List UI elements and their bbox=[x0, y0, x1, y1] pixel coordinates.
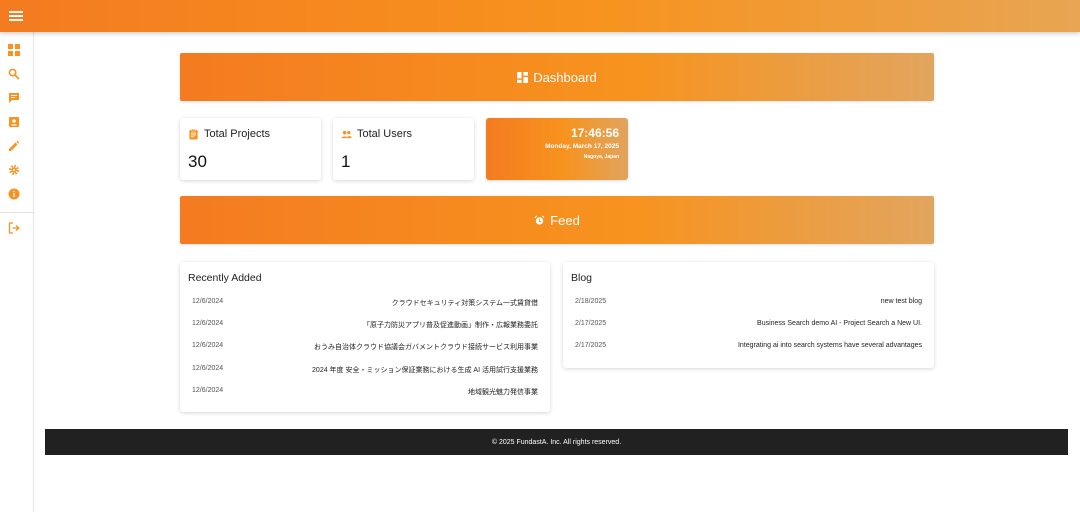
sidebar bbox=[0, 32, 34, 512]
dashboard-icon bbox=[8, 44, 20, 56]
footer-copyright: © 2025 FundastA. Inc. All rights reserve… bbox=[491, 438, 622, 446]
sidebar-item-settings[interactable] bbox=[8, 164, 20, 176]
list-item[interactable]: 2/17/2025 Business Search demo AI - Proj… bbox=[563, 317, 934, 331]
list-item-date: 12/6/2024 bbox=[192, 298, 224, 305]
total-projects-label: Total Projects bbox=[204, 128, 271, 140]
list-item[interactable]: 2/17/2025 Integrating ai into search sys… bbox=[563, 339, 934, 353]
blog-title: Blog bbox=[571, 272, 593, 284]
sidebar-item-logout[interactable] bbox=[8, 222, 20, 234]
list-item-date: 12/6/2024 bbox=[192, 342, 224, 349]
pencil-icon bbox=[9, 140, 20, 151]
feed-banner: Feed bbox=[180, 196, 934, 244]
total-projects-value: 30 bbox=[188, 152, 207, 171]
feed-banner-label: Feed bbox=[550, 212, 580, 228]
sidebar-item-info[interactable] bbox=[8, 188, 20, 200]
blog-panel: Blog 2/18/2025 new test blog 2/17/2025 B… bbox=[563, 262, 934, 368]
group-icon bbox=[341, 130, 352, 138]
list-item[interactable]: 12/6/2024 「原子力防災アプリ普及促進動画」制作・広報業務委託 bbox=[180, 317, 550, 331]
sidebar-item-chat[interactable] bbox=[8, 92, 20, 104]
sidebar-item-contacts[interactable] bbox=[8, 116, 20, 128]
sidebar-item-search[interactable] bbox=[8, 68, 20, 80]
sidebar-item-edit[interactable] bbox=[8, 140, 20, 152]
dashboard-icon bbox=[517, 71, 529, 83]
list-item-title: おうみ自治体クラウド協議会ガバメントクラウド接続サービス利用事業 bbox=[314, 344, 538, 351]
clock-time: 17:46:56 bbox=[570, 126, 619, 140]
list-item-title: 地域観光魅力発信事業 bbox=[468, 389, 538, 396]
list-item-date: 2/17/2025 bbox=[575, 342, 607, 349]
sidebar-divider bbox=[0, 212, 34, 213]
alarm-icon bbox=[534, 215, 545, 225]
menu-icon[interactable] bbox=[9, 9, 23, 23]
list-item[interactable]: 12/6/2024 クラウドセキュリティ対策システム一式賃貸借 bbox=[180, 295, 550, 309]
list-item[interactable]: 12/6/2024 おうみ自治体クラウド協議会ガバメントクラウド接続サービス利用… bbox=[180, 339, 550, 353]
list-item-date: 12/6/2024 bbox=[192, 365, 224, 372]
contact-card-icon bbox=[9, 117, 19, 127]
info-icon bbox=[8, 188, 20, 200]
list-item-date: 2/18/2025 bbox=[575, 298, 607, 305]
list-item-date: 12/6/2024 bbox=[192, 320, 224, 327]
sidebar-item-dashboard[interactable] bbox=[8, 44, 20, 56]
total-projects-card: Total Projects 30 bbox=[180, 118, 321, 180]
total-users-value: 1 bbox=[341, 152, 351, 171]
list-item[interactable]: 12/6/2024 地域観光魅力発信事業 bbox=[180, 384, 550, 398]
top-app-bar bbox=[0, 0, 1080, 32]
list-item[interactable]: 12/6/2024 2024 年度 安全・ミッション保証業務における生成 AI … bbox=[180, 362, 550, 376]
list-item[interactable]: 2/18/2025 new test blog bbox=[563, 295, 934, 309]
list-item-title: クラウドセキュリティ対策システム一式賃貸借 bbox=[391, 300, 538, 307]
chat-icon bbox=[9, 93, 19, 103]
list-item-title: Integrating ai into search systems have … bbox=[737, 342, 922, 349]
recently-added-title: Recently Added bbox=[188, 272, 262, 284]
total-users-card: Total Users 1 bbox=[333, 118, 474, 180]
clipboard-icon bbox=[189, 128, 198, 140]
gear-icon bbox=[9, 165, 19, 175]
list-item-title: 「原子力防災アプリ普及促進動画」制作・広報業務委託 bbox=[363, 322, 538, 329]
dashboard-banner: Dashboard bbox=[180, 53, 934, 101]
clock-card: 17:46:56 Monday, March 17, 2025 Nagoya, … bbox=[486, 118, 628, 180]
clock-location: Nagoya, Japan bbox=[583, 154, 619, 160]
list-item-date: 12/6/2024 bbox=[192, 387, 224, 394]
footer: © 2025 FundastA. Inc. All rights reserve… bbox=[45, 429, 1068, 455]
list-item-date: 2/17/2025 bbox=[575, 320, 607, 327]
search-icon bbox=[8, 68, 20, 80]
list-item-title: 2024 年度 安全・ミッション保証業務における生成 AI 活用試行支援業務 bbox=[312, 367, 538, 374]
recently-added-panel: Recently Added 12/6/2024 クラウドセキュリティ対策システ… bbox=[180, 262, 550, 412]
logout-icon bbox=[8, 222, 20, 234]
list-item-title: Business Search demo AI - Project Search… bbox=[757, 320, 922, 327]
clock-date: Monday, March 17, 2025 bbox=[545, 143, 619, 150]
list-item-title: new test blog bbox=[880, 298, 922, 305]
total-users-label: Total Users bbox=[357, 128, 413, 140]
dashboard-banner-label: Dashboard bbox=[533, 69, 597, 85]
